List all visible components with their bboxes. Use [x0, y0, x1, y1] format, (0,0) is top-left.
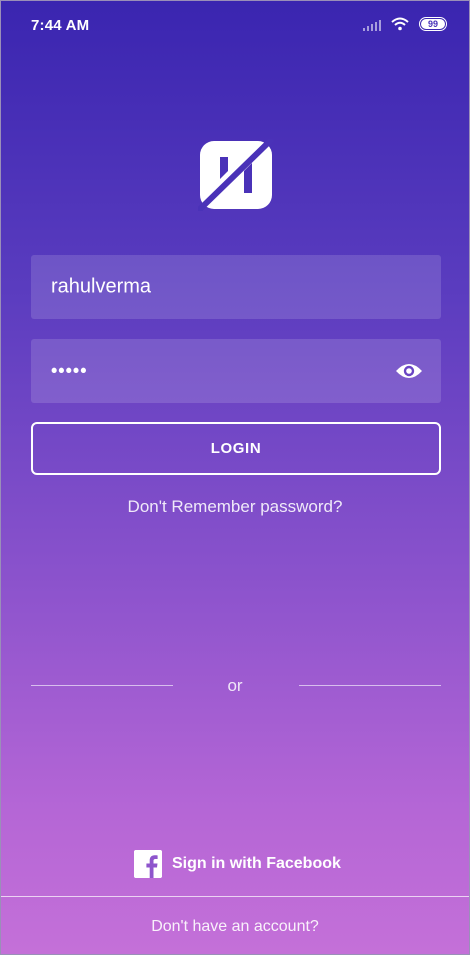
status-time: 7:44 AM: [31, 17, 90, 34]
password-value: •••••: [51, 360, 88, 381]
divider-label: or: [227, 676, 243, 695]
login-screen: 7:44 AM 99 rahulverma ••••• LOGIN Don't …: [0, 0, 470, 955]
username-value: rahulverma: [51, 275, 152, 298]
username-field[interactable]: rahulverma: [31, 255, 441, 319]
facebook-icon: [134, 850, 162, 878]
login-button[interactable]: LOGIN: [31, 422, 441, 475]
status-bar: 7:44 AM 99: [1, 1, 469, 49]
wifi-icon: [391, 17, 409, 31]
forgot-password-link[interactable]: Don't Remember password?: [1, 497, 469, 517]
status-icons: 99: [363, 17, 447, 31]
signup-link[interactable]: Don't have an account?: [1, 918, 469, 936]
app-logo-icon: [198, 139, 274, 211]
footer-divider: [1, 896, 469, 897]
password-field[interactable]: •••••: [31, 339, 441, 403]
facebook-signin-button[interactable]: Sign in with Facebook: [134, 849, 341, 879]
facebook-signin-label: Sign in with Facebook: [172, 855, 341, 872]
divider-line-right: [299, 685, 441, 686]
battery-icon: 99: [419, 17, 447, 31]
eye-icon[interactable]: [395, 361, 423, 381]
battery-level: 99: [427, 19, 438, 29]
signal-icon: [363, 18, 381, 31]
